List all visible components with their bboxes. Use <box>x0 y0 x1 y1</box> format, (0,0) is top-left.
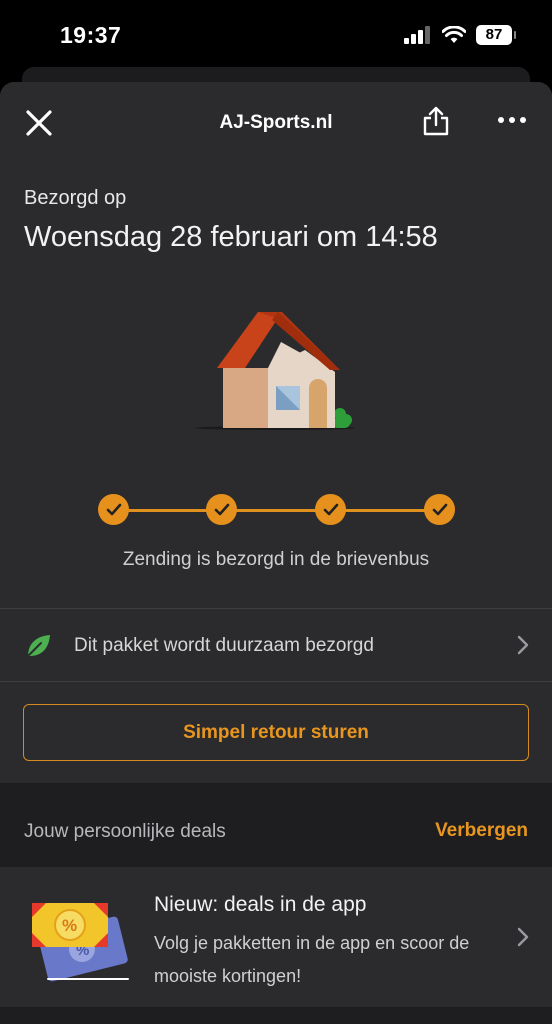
divider <box>0 681 552 682</box>
check-icon <box>214 503 229 515</box>
deal-body: Volg je pakketten in de app en scoor de … <box>154 933 470 986</box>
deal-card[interactable]: % % Nieuw: deals in de app Volg je pakke… <box>0 867 552 1007</box>
sustainability-label: Dit pakket wordt duurzaam bezorgd <box>74 635 374 656</box>
delivery-status: Zending is bezorgd in de brievenbus <box>122 549 430 570</box>
wifi-icon <box>442 26 466 43</box>
house-illustration <box>195 312 355 430</box>
bottom-section <box>0 1007 552 1024</box>
svg-text:%: % <box>62 916 77 935</box>
share-icon[interactable] <box>421 105 451 137</box>
check-icon <box>323 503 338 515</box>
deals-header: Jouw persoonlijke deals Verbergen <box>0 783 552 867</box>
chevron-right-icon <box>517 635 529 655</box>
battery-icon: 87 <box>476 25 516 45</box>
check-icon <box>106 503 121 515</box>
progress-step-3 <box>315 494 346 525</box>
status-bar: 19:37 87 <box>0 0 552 66</box>
chevron-right-icon <box>517 927 529 947</box>
status-time: 19:37 <box>60 22 122 48</box>
check-icon <box>432 503 447 515</box>
delivery-progress <box>98 494 456 526</box>
progress-step-4 <box>424 494 455 525</box>
hide-deals-button[interactable]: Verbergen <box>435 820 528 842</box>
progress-step-1 <box>98 494 129 525</box>
sustainability-row[interactable]: Dit pakket wordt duurzaam bezorgd <box>0 609 552 681</box>
nav-title: AJ-Sports.nl <box>219 112 333 133</box>
delivered-label: Bezorgd op <box>24 187 127 209</box>
delivered-datetime: Woensdag 28 februari om 14:58 <box>24 221 438 253</box>
deals-title: Jouw persoonlijke deals <box>24 821 226 842</box>
tracking-sheet: AJ-Sports.nl Bezorgd op Woensdag 28 febr… <box>0 82 552 1024</box>
status-icons: 87 <box>404 25 516 45</box>
progress-line <box>112 509 442 512</box>
deal-title: Nieuw: deals in de app <box>154 893 367 916</box>
more-icon[interactable] <box>496 112 528 128</box>
coupon-icon: % % <box>32 903 129 982</box>
progress-step-2 <box>206 494 237 525</box>
nav-bar: AJ-Sports.nl <box>0 82 552 162</box>
return-button[interactable]: Simpel retour sturen <box>23 704 529 761</box>
signal-icon <box>404 26 430 44</box>
leaf-icon <box>27 635 50 657</box>
